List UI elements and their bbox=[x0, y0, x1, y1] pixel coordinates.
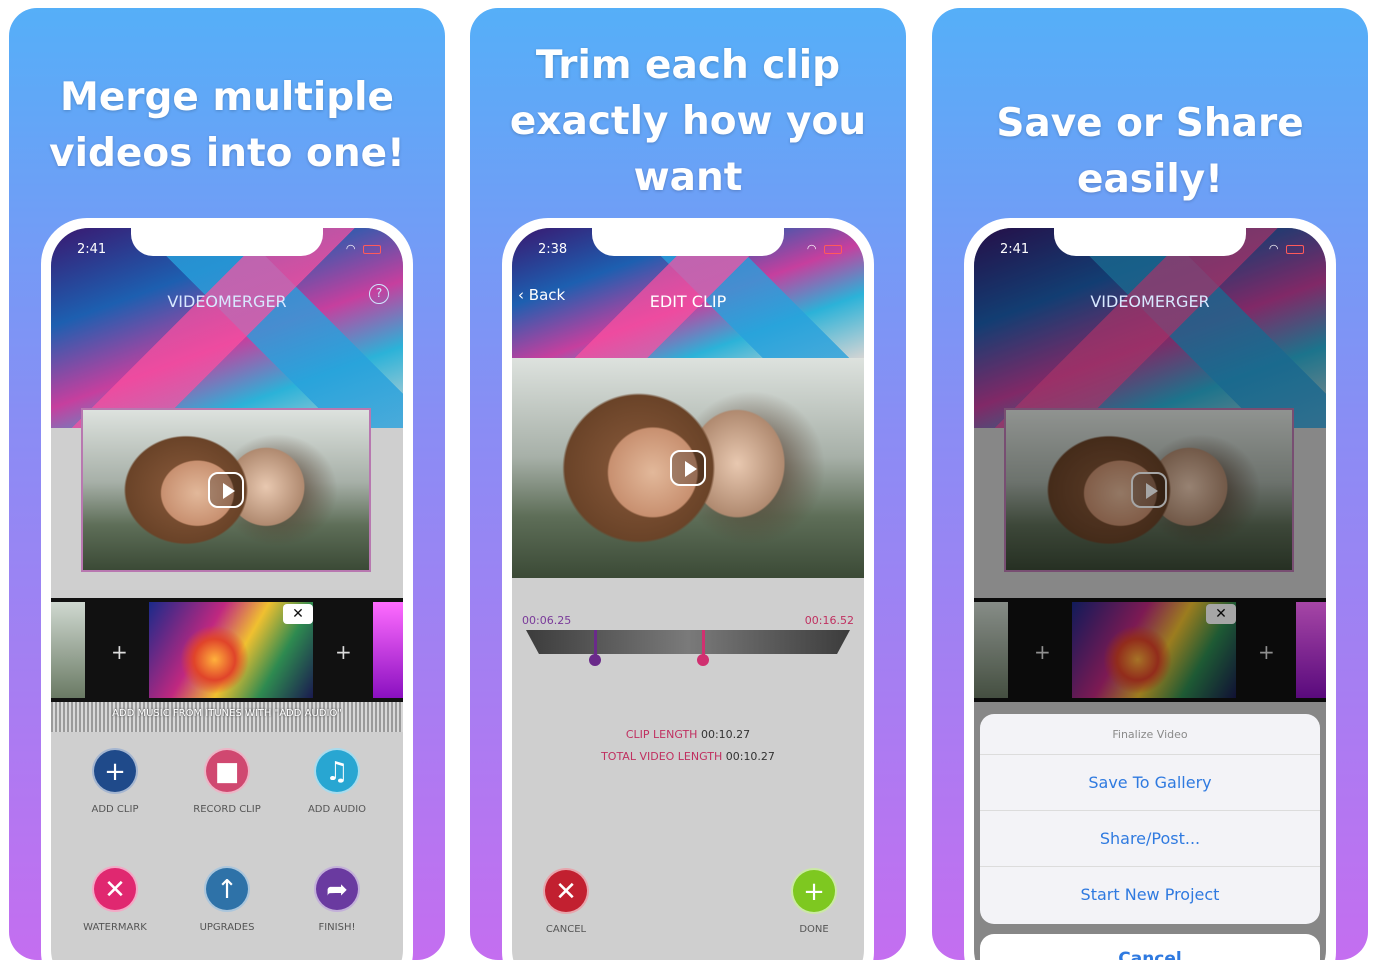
app-title: VIDEOMERGER bbox=[167, 292, 287, 311]
audio-hint: ADD MUSIC FROM ITUNES WITH "ADD AUDIO" bbox=[112, 708, 342, 719]
action-sheet-title: Finalize Video bbox=[1112, 728, 1188, 741]
button-label: FINISH! bbox=[318, 922, 356, 933]
cancel-button[interactable]: Cancel bbox=[980, 934, 1320, 960]
button-label: UPGRADES bbox=[199, 922, 255, 933]
watermark-button[interactable]: ✕ WATERMARK bbox=[65, 866, 165, 933]
battery-icon bbox=[363, 244, 381, 254]
button-label: ADD CLIP bbox=[91, 804, 139, 815]
status-time: 2:41 bbox=[77, 242, 107, 257]
trim-track[interactable] bbox=[526, 630, 850, 654]
battery-icon bbox=[824, 244, 842, 254]
arrow-up-icon: ↑ bbox=[204, 866, 250, 912]
phone-frame: 2:41 ◠ VIDEOMERGER + ✕ + Finalize Video … bbox=[964, 218, 1336, 960]
button-label: CANCEL bbox=[545, 924, 587, 935]
button-label: RECORD CLIP bbox=[193, 804, 261, 815]
trim-start-handle[interactable] bbox=[589, 630, 601, 666]
app-title: VIDEOMERGER bbox=[1090, 292, 1210, 311]
header-banner bbox=[51, 228, 403, 428]
notch bbox=[1054, 228, 1246, 256]
cancel-button[interactable]: ✕ CANCEL bbox=[516, 868, 616, 935]
headline: Save or Share easily! bbox=[996, 101, 1304, 202]
status-icons: ◠ bbox=[346, 242, 381, 255]
notch bbox=[592, 228, 784, 256]
battery-icon bbox=[1286, 244, 1304, 254]
phone-screen: 2:41 ◠ VIDEOMERGER + ✕ + Finalize Video … bbox=[974, 228, 1326, 960]
button-label: DONE bbox=[799, 924, 829, 935]
phone-screen: 2:38 ◠ ‹ Back EDIT CLIP 00:06.25 00:16.5… bbox=[512, 228, 864, 960]
screen-title: EDIT CLIP bbox=[649, 292, 727, 311]
status-time: 2:41 bbox=[1000, 242, 1030, 257]
add-audio-button[interactable]: ♫ ADD AUDIO bbox=[287, 748, 387, 815]
action-sheet: Finalize Video Save To Gallery Share/Pos… bbox=[980, 714, 1320, 924]
share-post-option[interactable]: Share/Post... bbox=[980, 810, 1320, 866]
clip-thumbnail[interactable] bbox=[373, 602, 403, 698]
length-readout: CLIP LENGTH 00:10.27 TOTAL VIDEO LENGTH … bbox=[601, 728, 775, 763]
upgrades-button[interactable]: ↑ UPGRADES bbox=[177, 866, 277, 933]
status-time: 2:38 bbox=[538, 242, 568, 257]
screenshot-panel-trim: Trim each clip exactly how you want 2:38… bbox=[470, 8, 906, 960]
notch bbox=[131, 228, 323, 256]
wifi-icon: ◠ bbox=[1268, 242, 1281, 255]
clip-thumbnail[interactable] bbox=[51, 602, 85, 698]
trim-start-time: 00:06.25 bbox=[522, 614, 572, 627]
finish-button[interactable]: ➦ FINISH! bbox=[287, 866, 387, 933]
trim-end-handle[interactable] bbox=[697, 630, 709, 666]
music-note-icon: ♫ bbox=[314, 748, 360, 794]
play-icon[interactable] bbox=[670, 450, 706, 486]
screenshot-panel-merge: Merge multiple videos into one! 2:41 ◠ V… bbox=[9, 8, 445, 960]
phone-frame: 2:38 ◠ ‹ Back EDIT CLIP 00:06.25 00:16.5… bbox=[502, 218, 874, 960]
phone-frame: 2:41 ◠ VIDEOMERGER ? + ✕ + ADD MUSIC FRO… bbox=[41, 218, 413, 960]
add-clip-button[interactable]: + ADD CLIP bbox=[65, 748, 165, 815]
close-icon: ✕ bbox=[92, 866, 138, 912]
trim-end-time: 00:16.52 bbox=[804, 614, 854, 627]
headline: Trim each clip exactly how you want bbox=[509, 43, 867, 200]
delete-clip-icon[interactable]: ✕ bbox=[283, 604, 313, 624]
start-new-project-option[interactable]: Start New Project bbox=[980, 866, 1320, 922]
clip-timeline[interactable]: + ✕ + bbox=[51, 598, 403, 702]
close-icon: ✕ bbox=[543, 868, 589, 914]
plus-icon: + bbox=[791, 868, 837, 914]
wifi-icon: ◠ bbox=[345, 242, 358, 255]
status-icons: ◠ bbox=[807, 242, 842, 255]
camera-icon: ■ bbox=[204, 748, 250, 794]
status-icons: ◠ bbox=[1269, 242, 1304, 255]
wifi-icon: ◠ bbox=[806, 242, 819, 255]
share-icon: ➦ bbox=[314, 866, 360, 912]
headline: Merge multiple videos into one! bbox=[49, 75, 405, 176]
video-preview[interactable] bbox=[81, 408, 371, 572]
done-button[interactable]: + DONE bbox=[764, 868, 864, 935]
phone-screen: 2:41 ◠ VIDEOMERGER ? + ✕ + ADD MUSIC FRO… bbox=[51, 228, 403, 960]
video-preview[interactable] bbox=[512, 358, 864, 578]
save-to-gallery-option[interactable]: Save To Gallery bbox=[980, 754, 1320, 810]
play-icon[interactable] bbox=[208, 472, 244, 508]
help-icon[interactable]: ? bbox=[369, 284, 389, 304]
screenshot-panel-share: Save or Share easily! 2:41 ◠ VIDEOMERGER… bbox=[932, 8, 1368, 960]
button-label: ADD AUDIO bbox=[307, 804, 367, 815]
record-clip-button[interactable]: ■ RECORD CLIP bbox=[177, 748, 277, 815]
plus-icon: + bbox=[92, 748, 138, 794]
insert-plus-icon[interactable]: + bbox=[335, 640, 352, 664]
insert-plus-icon[interactable]: + bbox=[111, 640, 128, 664]
button-label: WATERMARK bbox=[83, 922, 147, 933]
